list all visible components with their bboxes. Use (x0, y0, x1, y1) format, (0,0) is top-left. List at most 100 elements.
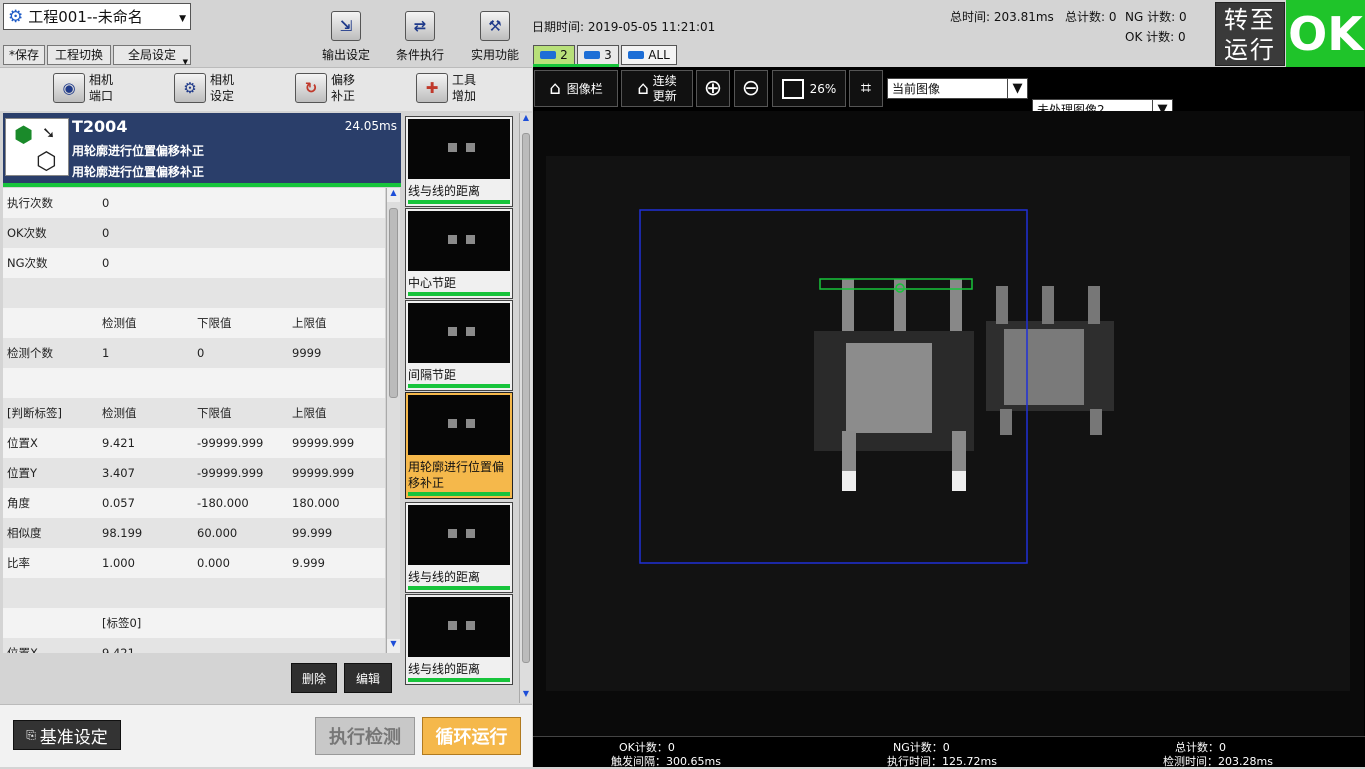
table-row[interactable]: 检测个数 1 0 9999 (3, 338, 385, 368)
gear-icon: ⚙ (8, 6, 24, 27)
table-row[interactable]: 位置X 9.421 -99999.999 99999.999 (3, 428, 385, 458)
scroll-down-icon[interactable]: ▼ (387, 639, 400, 653)
project-selector[interactable]: ⚙ 工程001--未命名 ▼ (3, 3, 191, 30)
thumbnail-status-bar (408, 492, 510, 496)
table-cell: 99999.999 (292, 466, 355, 480)
table-cell: 比率 (7, 556, 30, 570)
tool-thumbnail-item[interactable]: 间隔节距 (405, 300, 513, 391)
arrow-icon: ➘ (42, 123, 56, 142)
image-bar-button[interactable]: ⌂ 图像栏 (534, 70, 618, 107)
component-pin (950, 279, 962, 331)
table-scrollbar[interactable]: ▲ ▼ (386, 188, 400, 653)
camera-icon (540, 51, 557, 59)
offset-correction-button[interactable]: ↻ 偏移 补正 (295, 72, 355, 104)
table-cell: 位置X (7, 436, 38, 450)
table-row[interactable] (3, 278, 385, 308)
current-image-select[interactable]: 当前图像 ▼ (887, 78, 1028, 99)
zoom-level: 26% (809, 81, 837, 96)
scroll-thumb[interactable] (389, 208, 398, 398)
table-cell: -99999.999 (197, 466, 264, 480)
continuous-update-button[interactable]: ⌂ 连续 更新 (621, 70, 693, 107)
camera-icon (628, 51, 645, 59)
tool-header: ⬢ ➘ ⬡ T2004 24.05ms 用轮廓进行位置偏移补正 用轮廓进行位置偏… (3, 113, 401, 183)
tool-thumbnail-item[interactable]: 线与线的距离 (405, 502, 513, 593)
zoom-out-button[interactable]: ⊖ (734, 70, 768, 107)
offset-label-1: 偏移 (331, 73, 356, 87)
utility-button[interactable]: ⚒ 实用功能 (467, 11, 523, 63)
channel-tab-all[interactable]: ALL (621, 45, 677, 65)
edit-button[interactable]: 编辑 (344, 663, 392, 693)
scroll-up-icon[interactable]: ▲ (387, 188, 400, 202)
delete-button[interactable]: 删除 (291, 663, 337, 693)
camera-icon (584, 51, 601, 59)
scroll-up-icon[interactable]: ▲ (520, 113, 532, 127)
total-count: 总计数: 0 (1065, 10, 1117, 24)
channel-tab-2[interactable]: 2 (533, 45, 575, 65)
table-cell: 角度 (7, 496, 30, 510)
camera-port-button[interactable]: ◉ 相机 端口 (53, 72, 113, 104)
zoom-in-icon: ⊕ (703, 76, 723, 101)
thumbnail-status-bar (408, 678, 510, 682)
fit-view-button[interactable]: 26% (772, 70, 846, 107)
camera-settings-button[interactable]: ⚙ 相机 设定 (174, 72, 234, 104)
table-row[interactable]: 位置Y 3.407 -99999.999 99999.999 (3, 458, 385, 488)
channel-tab-3[interactable]: 3 (577, 45, 619, 65)
total-time: 总时间: 203.81ms (950, 10, 1054, 24)
thumbnail-label: 线与线的距离 (408, 662, 481, 676)
thumbnail-label: 用轮廓进行位置偏移补正 (408, 460, 505, 490)
tool-time: 24.05ms (344, 119, 397, 133)
output-settings-button[interactable]: ⇲ 输出设定 (318, 11, 374, 63)
table-cell: OK次数 (7, 226, 47, 240)
table-cell: 检测个数 (7, 346, 53, 360)
table-row[interactable]: 相似度 98.199 60.000 99.999 (3, 518, 385, 548)
execute-inspection-button[interactable]: 执行检测 (315, 717, 415, 755)
table-row[interactable] (3, 578, 385, 608)
zoom-in-button[interactable]: ⊕ (696, 70, 730, 107)
tool-thumbnail-item[interactable]: 中心节距 (405, 208, 513, 299)
project-switch-button[interactable]: 工程切换 (47, 45, 111, 65)
table-row[interactable]: [判断标签] 检测值 下限值 上限值 (3, 398, 385, 428)
to-run-button[interactable]: 转至运行 (1215, 2, 1285, 66)
table-cell: 0 (197, 346, 205, 360)
channel-all-label: ALL (648, 48, 670, 62)
roi-select-button[interactable]: ⌗ (849, 70, 883, 107)
baseline-settings-button[interactable]: ⎘ 基准设定 (13, 720, 121, 750)
loop-run-button[interactable]: 循环运行 (422, 717, 521, 755)
table-row[interactable]: 执行次数 0 (3, 188, 385, 218)
hexagon-green-icon: ⬢ (14, 123, 34, 148)
table-row[interactable]: 比率 1.000 0.000 9.999 (3, 548, 385, 578)
thumbnail-scrollbar[interactable]: ▲ ▼ (519, 113, 532, 703)
table-cell: 9.421 (102, 646, 135, 653)
table-cell: 180.000 (292, 496, 340, 510)
camera-icon: ◉ (53, 73, 85, 103)
camera-gear-icon: ⚙ (174, 73, 206, 103)
thumbnail-label: 中心节距 (408, 276, 457, 290)
camera-port-label-1: 相机 (89, 73, 114, 87)
table-row[interactable]: 位置X 9.421 (3, 638, 385, 653)
table-row[interactable]: NG次数 0 (3, 248, 385, 278)
roi-icon: ⌗ (860, 78, 872, 99)
table-row[interactable] (3, 368, 385, 398)
table-cell: 0 (102, 256, 110, 270)
scroll-thumb[interactable] (522, 133, 530, 663)
thumbnail-label: 线与线的距离 (408, 570, 481, 584)
global-settings-button[interactable]: 全局设定 ▼ (113, 45, 191, 66)
add-tool-button[interactable]: ✚ 工具 增加 (416, 72, 476, 104)
thumbnail-label: 间隔节距 (408, 368, 457, 382)
table-row[interactable]: 检测值 下限值 上限值 (3, 308, 385, 338)
tool-thumbnail-item[interactable]: 线与线的距离 (405, 594, 513, 685)
table-row[interactable]: [标签0] (3, 608, 385, 638)
tool-thumbnail-item[interactable]: 用轮廓进行位置偏移补正 (405, 392, 513, 499)
chevron-down-icon: ▼ (179, 14, 186, 24)
table-row[interactable]: 角度 0.057 -180.000 180.000 (3, 488, 385, 518)
component-pin-tip (842, 471, 856, 491)
image-bar-icon: ⌂ (549, 78, 561, 99)
scroll-down-icon[interactable]: ▼ (520, 689, 532, 703)
save-button[interactable]: *保存 (3, 45, 45, 65)
table-cell: 上限值 (292, 406, 327, 420)
tool-thumbnail-item[interactable]: 线与线的距离 (405, 116, 513, 207)
thumbnail-image (408, 211, 510, 271)
table-row[interactable]: OK次数 0 (3, 218, 385, 248)
utility-label: 实用功能 (470, 48, 519, 62)
condition-exec-button[interactable]: ⇄ 条件执行 (392, 11, 448, 63)
